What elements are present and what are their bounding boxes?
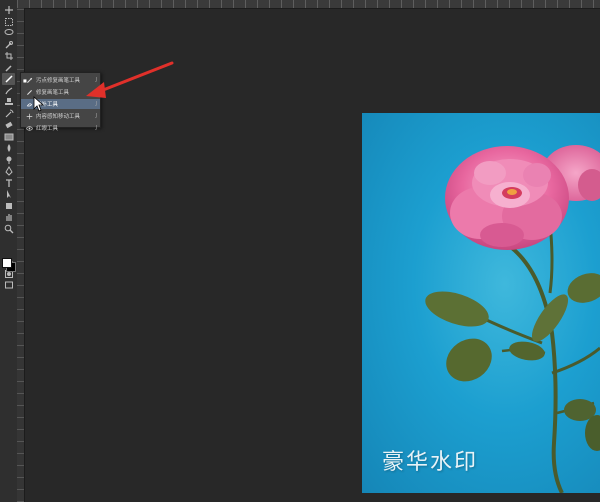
flyout-item-label: 修复画笔工具 <box>36 90 70 96</box>
brush-icon <box>4 86 12 94</box>
type-tool-button[interactable] <box>2 177 15 189</box>
screen-mode-button[interactable] <box>2 279 15 291</box>
red-eye-icon <box>26 125 33 131</box>
hand-tool-button[interactable] <box>2 211 15 223</box>
pen-tool-button[interactable] <box>2 165 15 177</box>
lasso-tool-button[interactable] <box>2 27 15 39</box>
eraser-icon <box>4 121 13 129</box>
quick-select-tool-button[interactable] <box>2 39 15 51</box>
shape-icon <box>5 202 12 209</box>
move-tool-button[interactable] <box>2 4 15 16</box>
marquee-icon <box>4 17 13 26</box>
patch-icon <box>26 102 33 106</box>
content-aware-move-icon <box>26 113 33 119</box>
path-select-tool-button[interactable] <box>2 188 15 200</box>
shape-tool-button[interactable] <box>2 200 15 212</box>
dodge-tool-button[interactable] <box>2 154 15 166</box>
crop-tool-button[interactable] <box>2 50 15 62</box>
gradient-icon <box>4 133 13 140</box>
lasso-icon <box>4 29 13 35</box>
brush-tool-button[interactable] <box>2 85 15 97</box>
flyout-item-content-aware-move[interactable]: 内容感知移动工具 J <box>21 111 100 121</box>
shortcut-key: J <box>95 125 97 131</box>
history-brush-tool-button[interactable] <box>2 108 15 120</box>
pen-icon <box>4 166 13 176</box>
clone-stamp-icon <box>4 98 13 105</box>
spot-healing-icon <box>27 77 33 83</box>
red-annotation-arrow-icon <box>86 61 174 98</box>
eraser-tool-button[interactable] <box>2 119 15 131</box>
document-canvas[interactable]: 豪华水印 <box>362 113 600 493</box>
mouse-cursor-icon <box>33 96 45 112</box>
foreground-color-swatch[interactable] <box>2 258 12 268</box>
blur-tool-button[interactable] <box>2 142 15 154</box>
crop-icon <box>4 52 13 60</box>
rose-photo <box>425 145 600 493</box>
move-icon <box>4 6 13 14</box>
quick-select-icon <box>5 40 13 48</box>
hand-icon <box>5 214 12 221</box>
flyout-item-label: 红眼工具 <box>36 126 59 132</box>
clone-stamp-tool-button[interactable] <box>2 96 15 108</box>
healing-brush-icon <box>27 89 32 95</box>
zoom-icon <box>4 224 13 233</box>
dodge-icon <box>6 156 11 164</box>
eyedropper-icon <box>4 64 12 72</box>
shortcut-key: J <box>95 113 97 119</box>
type-icon <box>5 178 12 187</box>
healing-brush-tool-button[interactable] <box>2 73 15 85</box>
tools-panel <box>0 0 18 502</box>
blur-icon <box>7 144 10 152</box>
flyout-item-label: 内容感知移动工具 <box>36 114 81 120</box>
screen-mode-icon <box>4 281 13 289</box>
history-brush-icon <box>5 109 13 117</box>
path-select-icon <box>6 190 11 198</box>
healing-brush-icon <box>4 75 13 83</box>
watermark-text: 豪华水印 <box>382 450 479 475</box>
gradient-tool-button[interactable] <box>2 131 15 143</box>
flyout-item-label: 污点修复画笔工具 <box>36 78 81 84</box>
eyedropper-tool-button[interactable] <box>2 62 15 74</box>
horizontal-ruler <box>17 0 600 9</box>
flyout-item-red-eye[interactable]: 红眼工具 J <box>21 123 100 133</box>
marquee-tool-button[interactable] <box>2 16 15 28</box>
zoom-tool-button[interactable] <box>2 223 15 235</box>
